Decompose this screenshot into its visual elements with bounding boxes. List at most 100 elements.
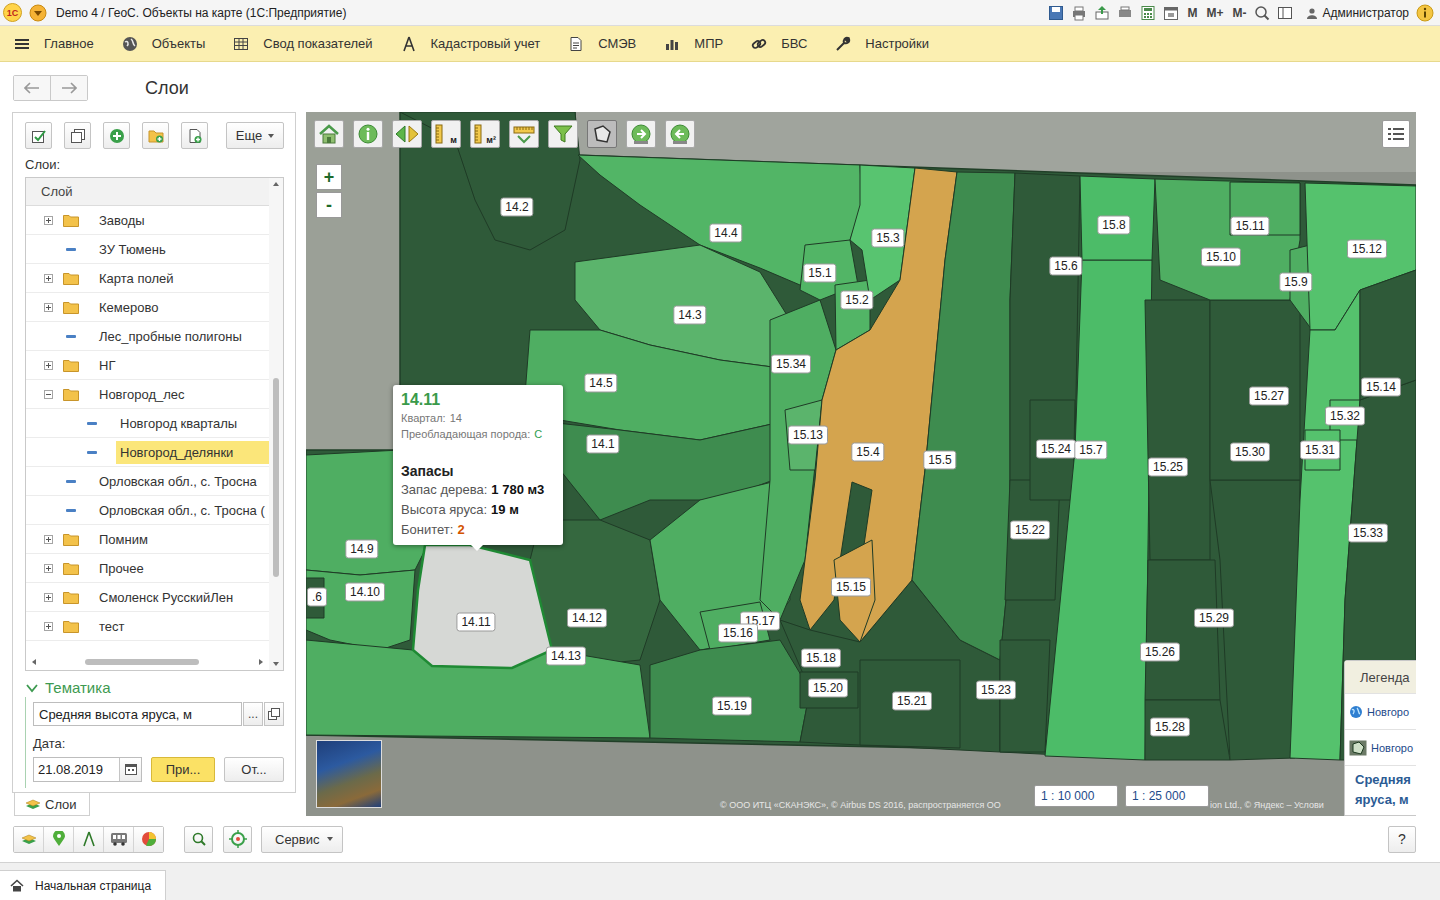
memory-button[interactable]: М+ [1205,6,1224,20]
parcel-label[interactable]: 15.21 [892,692,932,711]
check-all-button[interactable] [25,122,52,149]
tree-row[interactable]: Помним [26,525,269,554]
calendar-icon[interactable] [1163,5,1179,21]
cadastre-mode-button[interactable] [73,827,103,852]
side-tab[interactable]: Слои [14,793,90,816]
stats-mode-button[interactable] [133,827,163,852]
map-tool-button[interactable] [587,120,617,148]
parcel[interactable] [1155,179,1300,300]
parcel[interactable] [1145,300,1210,560]
menu-item[interactable]: Объекты [122,36,206,52]
scroll-thumb[interactable] [85,659,199,665]
open-button[interactable] [264,702,284,726]
minimap[interactable] [316,740,382,808]
info-icon[interactable] [1416,4,1434,22]
map[interactable]: 14.214.414.314.514.114.914.10.614.1214.1… [306,112,1416,816]
parcel-label[interactable]: 14.3 [673,306,706,325]
parcel[interactable] [306,570,415,650]
parcel-label[interactable]: 15.14 [1361,378,1401,397]
add-folder-button[interactable] [142,122,169,149]
parcel[interactable] [400,112,580,250]
transport-mode-button[interactable] [103,827,133,852]
parcel-label[interactable]: 15.24 [1036,440,1076,459]
parcel[interactable] [1045,260,1152,760]
app-menu-icon[interactable] [29,4,47,22]
parcel[interactable] [650,640,810,742]
menu-item[interactable]: БВС [751,36,807,52]
parcel-label[interactable]: 15.8 [1097,216,1130,235]
menu-item[interactable]: МПР [664,36,723,52]
memory-button[interactable]: М [1186,6,1198,20]
expand-icon[interactable] [44,274,53,283]
expand-icon[interactable] [44,564,53,573]
save-icon[interactable] [1048,5,1064,21]
tree-row[interactable]: Орловская обл., с. Тросна ( [26,496,269,525]
legend-item[interactable]: Новгоро [1345,729,1416,765]
parcel-label[interactable]: 14.1 [586,435,619,454]
parcel-label[interactable]: 15.33 [1348,524,1388,543]
menu-item[interactable]: Настройки [835,36,929,52]
tree-row[interactable]: ЗУ Тюмень [26,235,269,264]
export-icon[interactable] [1094,5,1110,21]
expand-icon[interactable] [44,535,53,544]
tree-row[interactable]: Смоленск РусскийЛен [26,583,269,612]
thematic-field[interactable]: Средняя высота яруса, м [33,702,242,726]
parcel[interactable] [800,672,858,708]
apply-button[interactable]: При... [151,757,215,782]
parcel-label[interactable]: 15.31 [1300,441,1340,460]
calculator-icon[interactable] [1140,5,1156,21]
tree-row[interactable]: Орловская обл., с. Тросна [26,467,269,496]
preview-icon[interactable] [1117,5,1133,21]
expand-icon[interactable] [44,361,53,370]
print-icon[interactable] [1071,5,1087,21]
layer-list-button[interactable] [1382,120,1410,148]
parcel-label[interactable]: 15.30 [1230,443,1270,462]
scroll-down-icon[interactable] [273,662,279,666]
menu-item[interactable]: СМЭВ [568,36,636,52]
parcel-label[interactable]: 15.9 [1279,273,1312,292]
parcel[interactable] [860,660,960,748]
scroll-left-icon[interactable] [32,659,36,665]
parcel-label[interactable]: 15.10 [1201,248,1241,267]
parcel-label[interactable]: 14.4 [709,224,742,243]
help-button[interactable]: ? [1388,826,1416,853]
tree-row[interactable]: Новгород_лес [26,380,269,409]
scale-button[interactable]: 1 : 10 000 [1034,785,1118,807]
parcel-label[interactable]: 14.12 [567,609,607,628]
add-button[interactable] [103,122,130,149]
parcel-label[interactable]: 14.11 [456,613,495,632]
back-button[interactable] [14,76,50,100]
memory-button[interactable]: М- [1231,6,1247,20]
calendar-button[interactable] [119,758,141,781]
map-tool-button[interactable] [548,120,578,148]
layers-mode-button[interactable] [14,827,43,852]
menu-item[interactable]: Свод показателей [233,36,372,52]
parcel-label[interactable]: 15.13 [788,426,828,445]
parcel-label[interactable]: 14.9 [345,540,378,559]
objects-mode-button[interactable] [43,827,73,852]
menu-item[interactable]: Главное [14,36,94,52]
parcel-label[interactable]: 15.20 [808,679,848,698]
map-tool-button[interactable]: м [431,120,461,148]
expand-icon[interactable] [44,303,53,312]
parcel[interactable] [1210,300,1300,480]
select-button[interactable]: ... [243,702,263,726]
copy-button[interactable] [64,122,91,149]
zoom-button[interactable]: - [316,192,342,218]
tree-row[interactable]: тест [26,612,269,641]
expand-icon[interactable] [44,216,53,225]
parcel-label[interactable]: 15.34 [771,355,811,374]
tree-row[interactable]: Новгород_делянки [26,438,269,467]
parcel-label[interactable]: 15.29 [1194,609,1234,628]
parcel-label[interactable]: 15.7 [1074,441,1107,460]
parcel-label[interactable]: 15.22 [1010,521,1050,540]
map-tool-button[interactable] [665,120,695,148]
parcel-label[interactable]: 15.15 [831,578,871,597]
parcel[interactable] [912,172,1015,660]
parcel-label[interactable]: 15.19 [712,697,752,716]
map-tool-button[interactable]: м² [470,120,500,148]
parcel-label[interactable]: 14.2 [500,198,533,217]
parcel[interactable] [1145,700,1230,760]
date-field[interactable]: 21.08.2019 [33,757,142,782]
parcel-label[interactable]: 15.18 [801,649,841,668]
